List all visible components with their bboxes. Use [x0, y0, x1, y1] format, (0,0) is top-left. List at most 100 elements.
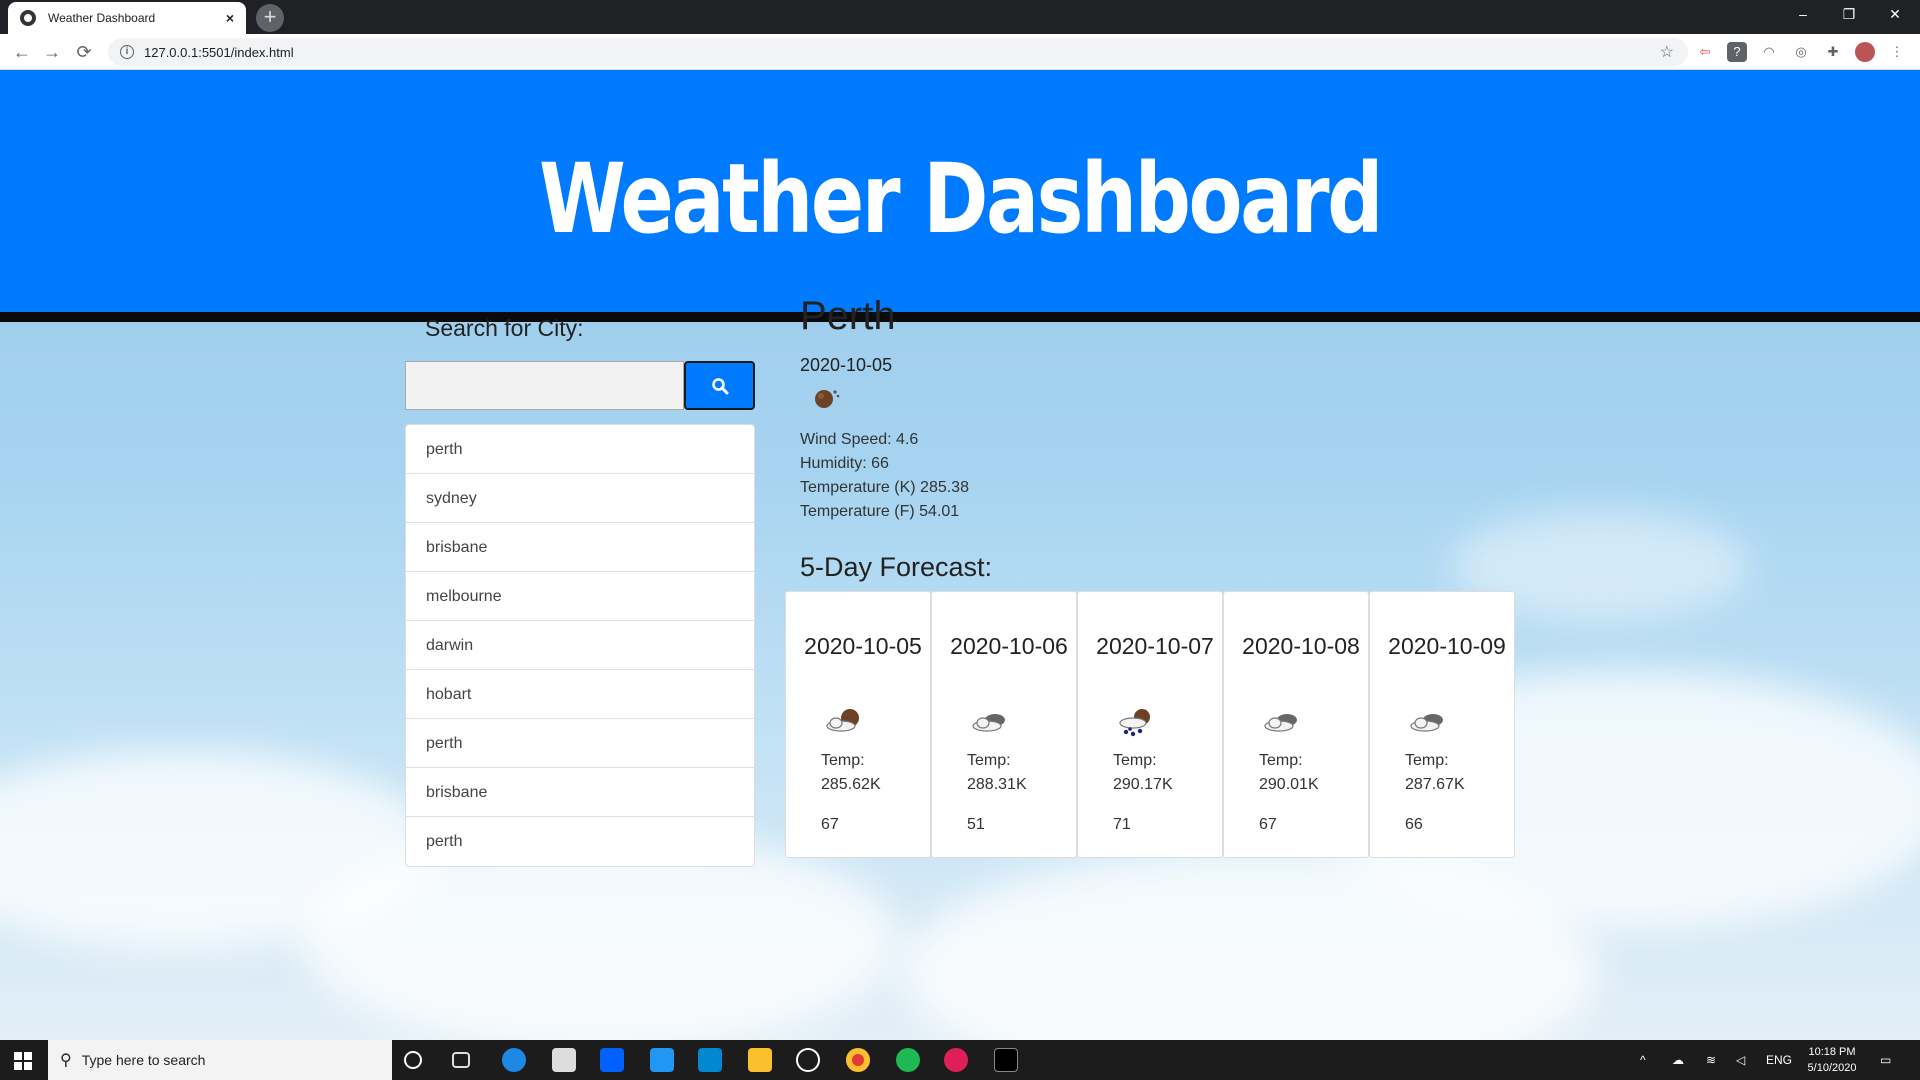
tab-close-icon[interactable]: × [226, 10, 234, 26]
menu-kebab-icon[interactable]: ⋮ [1887, 42, 1907, 62]
forecast-temp: 285.62K [821, 776, 881, 793]
forecast-temp: 290.17K [1113, 776, 1173, 793]
cloud-icon [972, 714, 1005, 732]
address-bar[interactable]: i 127.0.0.1:5501/index.html ☆ [108, 38, 1688, 66]
search-input[interactable] [405, 361, 684, 410]
vscode-icon[interactable] [650, 1048, 674, 1072]
forecast-title: 5-Day Forecast: [800, 552, 993, 582]
file-explorer-icon[interactable] [748, 1048, 772, 1072]
clock-date: 5/10/2020 [1807, 1062, 1857, 1074]
browser-tab[interactable]: Weather Dashboard × [8, 2, 246, 34]
temperature-k: Temperature (K) 285.38 [800, 479, 969, 496]
history-item[interactable]: perth [406, 719, 754, 768]
chevron-up-icon[interactable]: ^ [1640, 1040, 1646, 1080]
search-icon: ⚲ [60, 1052, 72, 1069]
edge-icon[interactable] [502, 1048, 526, 1072]
forecast-humidity: 71 [1113, 816, 1131, 833]
forecast-temp-label: Temp: [1113, 752, 1157, 769]
task-view-icon[interactable] [452, 1052, 470, 1068]
cloud-icon [1410, 714, 1443, 732]
avatar[interactable] [1855, 42, 1875, 62]
forecast-date: 2020-10-08 [1242, 633, 1360, 659]
forecast-card: 2020-10-05 Temp: 285.62K 67 [785, 591, 931, 858]
forecast-card: 2020-10-07 Temp: 290.17K 71 [1077, 591, 1223, 858]
chrome-icon[interactable] [846, 1048, 870, 1072]
forecast-temp-label: Temp: [1259, 752, 1303, 769]
history-item[interactable]: hobart [406, 670, 754, 719]
cortana-icon[interactable] [404, 1051, 422, 1069]
forecast-date: 2020-10-06 [950, 633, 1068, 659]
current-stats: Wind Speed: 4.6 Humidity: 66 Temperature… [800, 428, 969, 524]
volume-icon[interactable]: ◁ [1736, 1040, 1745, 1080]
windows-taskbar: ⚲ Type here to search ^ ☁ ≋ ◁ ENG 10:18 … [0, 1040, 1920, 1080]
back-icon[interactable]: ← [10, 40, 34, 64]
forecast-humidity: 67 [821, 816, 839, 833]
close-window-button[interactable]: ✕ [1872, 0, 1918, 30]
current-date: 2020-10-05 [800, 355, 893, 375]
extension-icon[interactable]: ⇦ [1695, 42, 1715, 62]
temperature-f: Temperature (F) 54.01 [800, 503, 960, 520]
headphones-extension-icon[interactable]: ◠ [1759, 42, 1779, 62]
history-item[interactable]: darwin [406, 621, 754, 670]
rain-night-icon [815, 390, 840, 408]
clock-time: 10:18 PM [1808, 1046, 1856, 1058]
header-banner: Weather Dashboard [0, 70, 1920, 322]
forward-icon[interactable]: → [40, 40, 64, 64]
search-icon [711, 377, 728, 394]
bookmark-star-icon[interactable]: ☆ [1660, 42, 1674, 62]
notification-icon[interactable]: ▭ [1880, 1040, 1891, 1080]
history-item[interactable]: melbourne [406, 572, 754, 621]
forecast-temp: 288.31K [967, 776, 1027, 793]
current-city-name: Perth [800, 294, 896, 338]
rain-cloud-icon [1119, 709, 1150, 737]
puzzle-icon[interactable]: ✚ [1823, 42, 1843, 62]
history-item[interactable]: sydney [406, 474, 754, 523]
mail-icon[interactable] [698, 1048, 722, 1072]
onedrive-icon[interactable]: ☁ [1672, 1040, 1684, 1080]
page-title: Weather Dashboard [538, 143, 1384, 255]
history-item[interactable]: perth [406, 425, 754, 474]
wind-speed: Wind Speed: 4.6 [800, 431, 919, 448]
search-button[interactable] [684, 361, 755, 410]
forecast-temp-label: Temp: [967, 752, 1011, 769]
forecast-humidity: 51 [967, 816, 985, 833]
taskbar-search-box[interactable]: ⚲ Type here to search [48, 1040, 392, 1080]
forecast-date: 2020-10-05 [804, 633, 922, 659]
cloud-moon-icon [826, 709, 859, 732]
info-icon[interactable]: i [120, 45, 134, 59]
help-extension-icon[interactable]: ? [1727, 42, 1747, 62]
new-tab-button[interactable]: + [256, 4, 284, 32]
language-indicator[interactable]: ENG [1766, 1040, 1792, 1080]
forecast-temp-label: Temp: [1405, 752, 1449, 769]
terminal-icon[interactable] [994, 1048, 1018, 1072]
history-item[interactable]: perth [406, 817, 754, 866]
forecast-temp: 290.01K [1259, 776, 1319, 793]
minimize-button[interactable]: – [1780, 0, 1826, 30]
forecast-date: 2020-10-09 [1388, 633, 1506, 659]
browser-tab-strip: Weather Dashboard × + – ❐ ✕ [0, 0, 1920, 34]
taskbar-search-placeholder: Type here to search [81, 1052, 206, 1068]
forecast-cards: 2020-10-05 Temp: 285.62K 67 2020-10-06 T… [785, 591, 1515, 858]
forecast-humidity: 67 [1259, 816, 1277, 833]
store-icon[interactable] [552, 1048, 576, 1072]
dropbox-icon[interactable] [600, 1048, 624, 1072]
humidity: Humidity: 66 [800, 455, 889, 472]
forecast-temp: 287.67K [1405, 776, 1465, 793]
circle-extension-icon[interactable]: ◎ [1791, 42, 1811, 62]
forecast-card: 2020-10-09 Temp: 287.67K 66 [1369, 591, 1515, 858]
browser-toolbar: ← → ⟳ i 127.0.0.1:5501/index.html ☆ ⇦ ? … [0, 34, 1920, 70]
slack-icon[interactable] [944, 1048, 968, 1072]
todo-icon[interactable] [796, 1048, 820, 1072]
taskbar-clock[interactable]: 10:18 PM 5/10/2020 [1792, 1044, 1872, 1076]
forecast-temp-label: Temp: [821, 752, 865, 769]
wifi-icon[interactable]: ≋ [1706, 1040, 1716, 1080]
windows-start-icon[interactable] [14, 1052, 32, 1070]
reload-icon[interactable]: ⟳ [72, 40, 96, 64]
restore-button[interactable]: ❐ [1826, 0, 1872, 30]
history-item[interactable]: brisbane [406, 523, 754, 572]
spotify-icon[interactable] [896, 1048, 920, 1072]
history-item[interactable]: brisbane [406, 768, 754, 817]
search-label: Search for City: [425, 315, 584, 341]
search-history-list: perth sydney brisbane melbourne darwin h… [405, 424, 755, 867]
forecast-humidity: 66 [1405, 816, 1423, 833]
